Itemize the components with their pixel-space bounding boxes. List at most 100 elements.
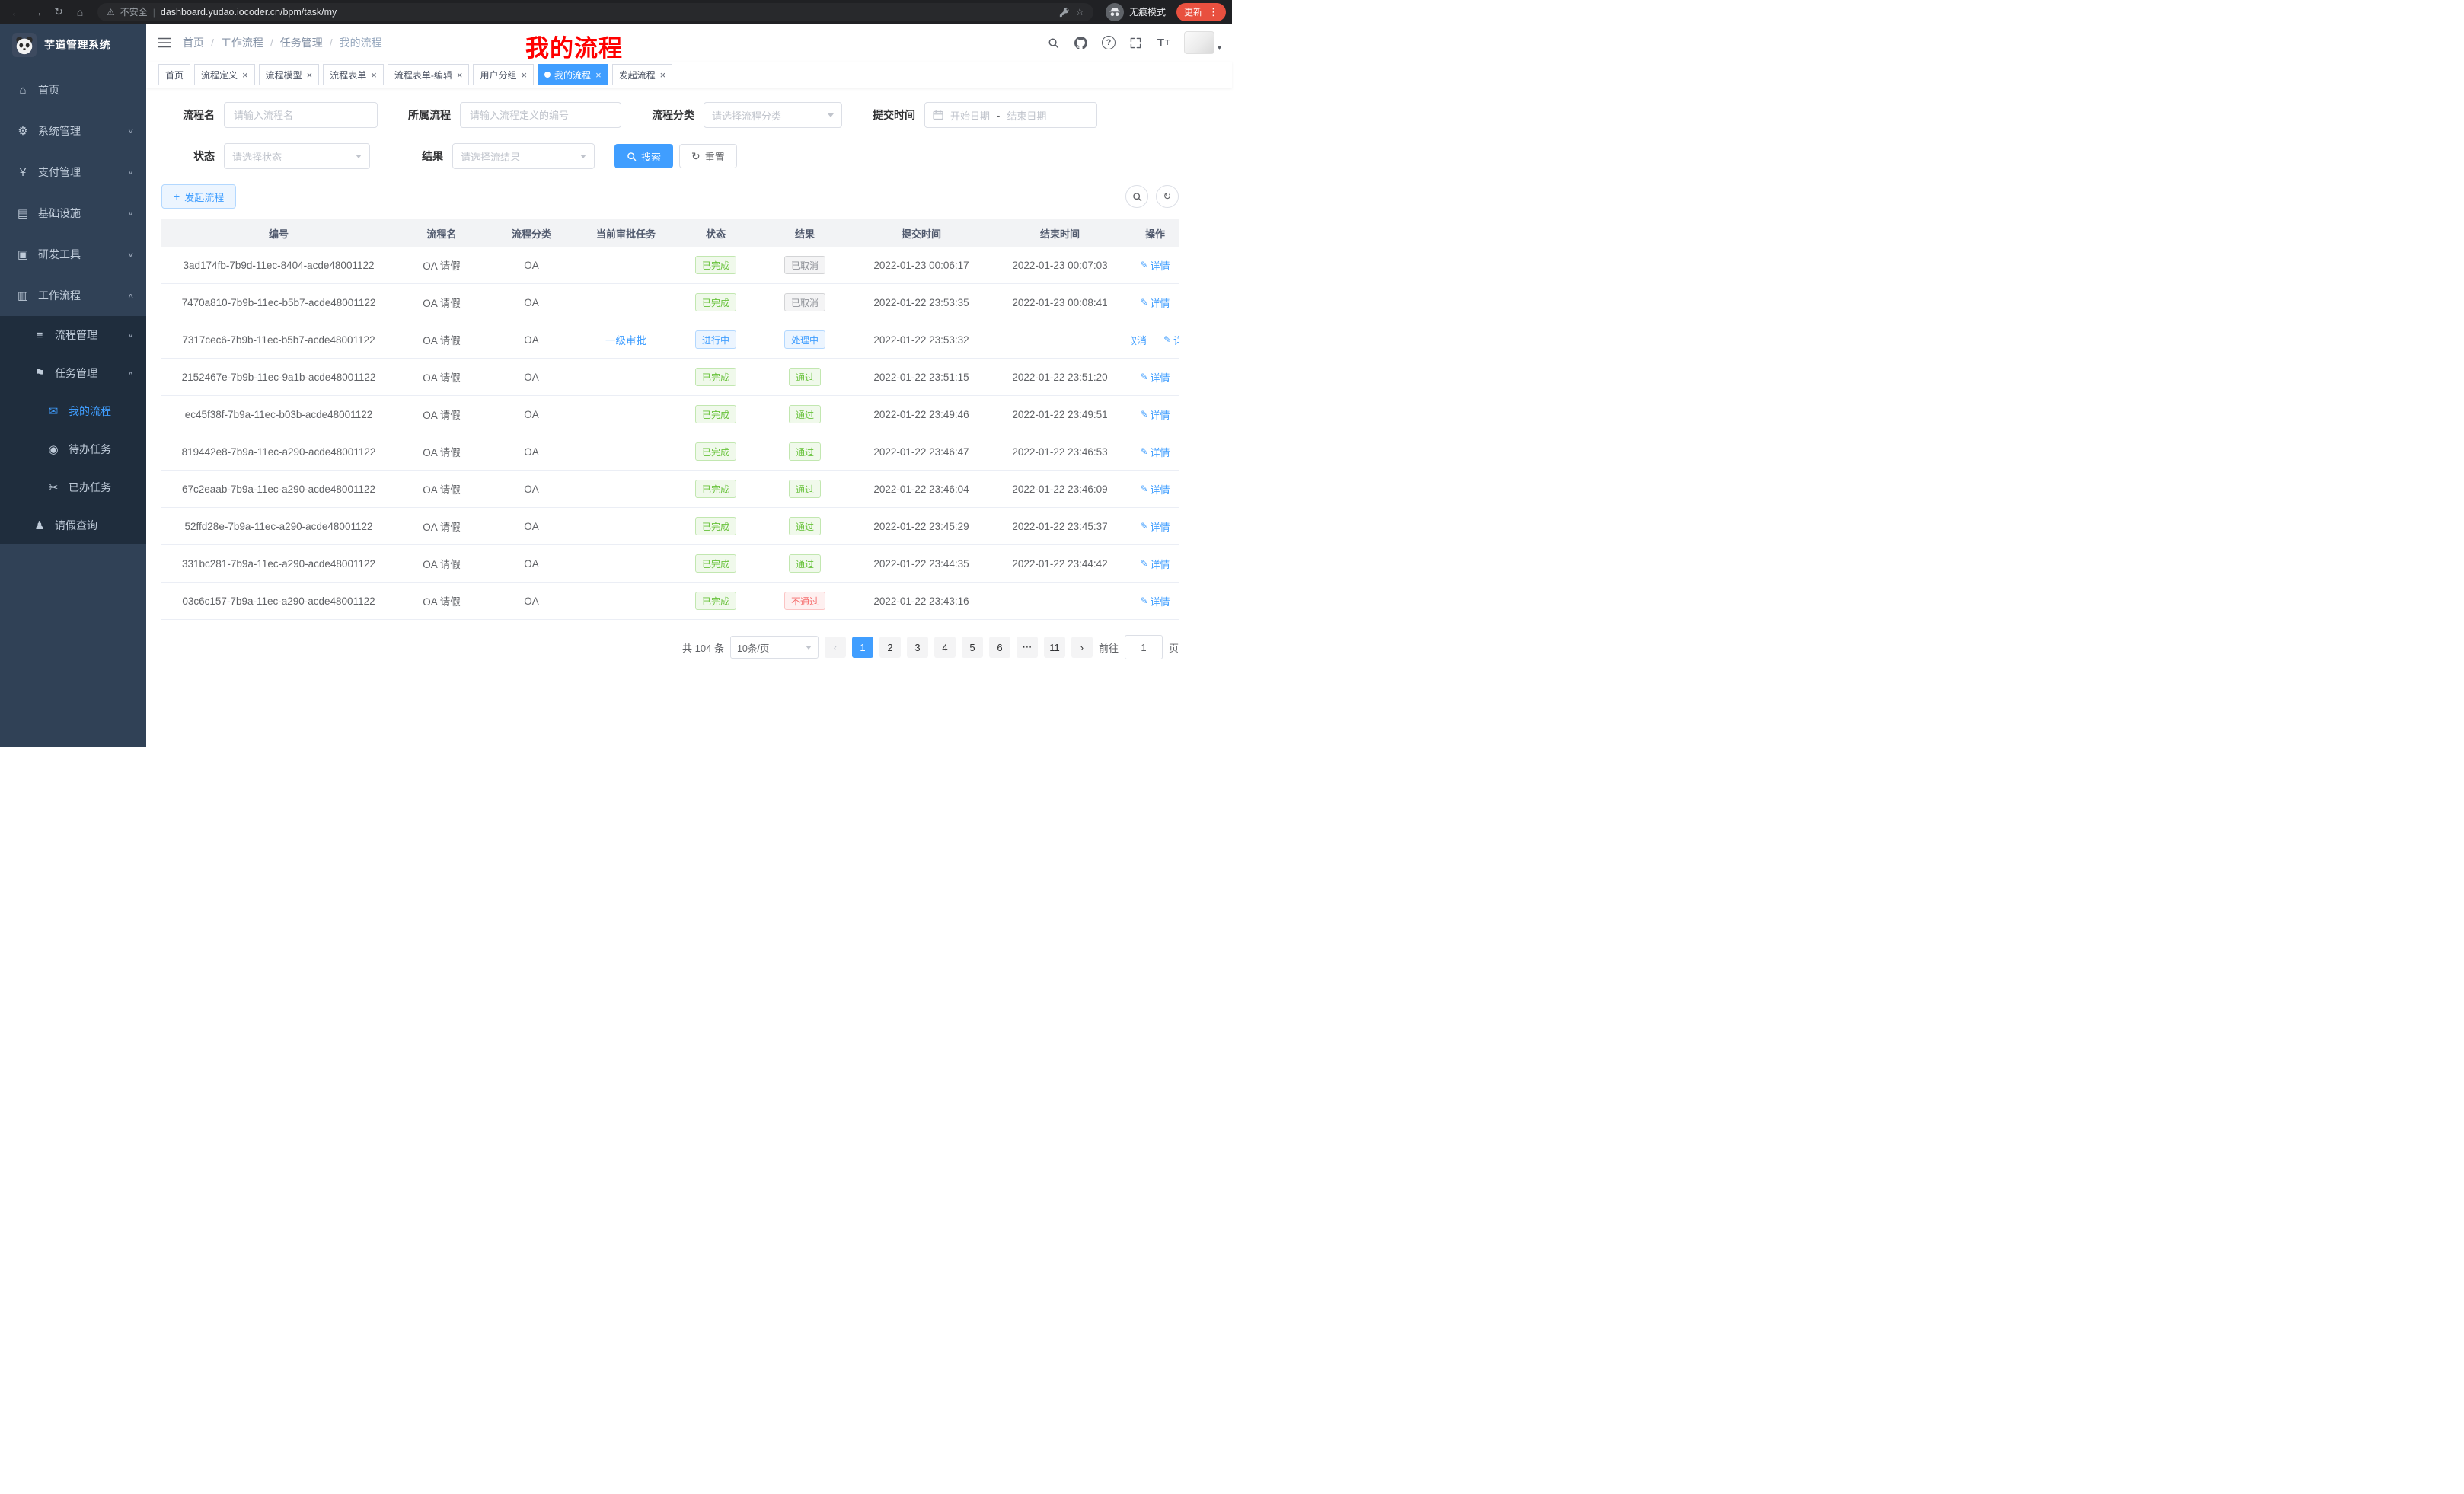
tab-close-icon[interactable]: × <box>307 70 313 80</box>
page-button[interactable]: 2 <box>879 637 901 658</box>
view-tab[interactable]: 发起流程 × <box>612 64 673 85</box>
prev-page-button[interactable]: ‹ <box>825 637 846 658</box>
fullscreen-icon[interactable] <box>1125 31 1147 54</box>
sidebar-item-done-tasks[interactable]: ✂ 已办任务 <box>0 468 146 506</box>
result-select[interactable]: 请选择流结果 <box>452 143 595 169</box>
sidebar-item-process-management[interactable]: ≡ 流程管理 ∨ <box>0 316 146 354</box>
detail-link[interactable]: ✎ 详情 <box>1140 557 1170 571</box>
breadcrumb-separator: / <box>270 37 273 49</box>
help-icon[interactable]: ? <box>1097 31 1120 54</box>
page-button[interactable]: 5 <box>962 637 983 658</box>
category-select[interactable]: 请选择流程分类 <box>704 102 842 128</box>
view-tab[interactable]: 流程定义 × <box>194 64 255 85</box>
refresh-table-button[interactable]: ↻ <box>1156 185 1179 208</box>
create-process-button[interactable]: + 发起流程 <box>161 184 236 209</box>
detail-link[interactable]: ✎ 详情 <box>1163 333 1179 347</box>
url-text: dashboard.yudao.iocoder.cn/bpm/task/my <box>161 7 337 18</box>
search-button[interactable]: 搜索 <box>614 144 673 168</box>
tab-close-icon[interactable]: × <box>595 70 602 80</box>
bookmark-star-icon[interactable]: ☆ <box>1075 6 1084 18</box>
page-button[interactable]: 11 <box>1044 637 1065 658</box>
process-key-input[interactable] <box>460 102 621 128</box>
end-time: 2022-01-22 23:44:42 <box>988 558 1131 570</box>
detail-link[interactable]: ✎ 详情 <box>1140 445 1170 459</box>
detail-link[interactable]: ✎ 详情 <box>1140 370 1170 385</box>
detail-link[interactable]: ✎ 详情 <box>1140 482 1170 496</box>
tab-close-icon[interactable]: × <box>371 70 377 80</box>
hamburger-icon <box>158 37 171 48</box>
search-icon[interactable] <box>1042 31 1065 54</box>
github-icon[interactable] <box>1070 31 1093 54</box>
sidebar-item-dev-tools[interactable]: ▣ 研发工具 ∨ <box>0 234 146 275</box>
tab-close-icon[interactable]: × <box>457 70 463 80</box>
view-tab[interactable]: 用户分组 × <box>473 64 534 85</box>
detail-link[interactable]: ✎ 详情 <box>1140 258 1170 273</box>
view-tab[interactable]: 流程表单-编辑 × <box>388 64 470 85</box>
page-button[interactable]: 6 <box>989 637 1010 658</box>
detail-link[interactable]: ✎ 详情 <box>1140 407 1170 422</box>
edit-icon: ✎ <box>1140 446 1147 457</box>
user-avatar[interactable]: ▾ <box>1184 31 1221 54</box>
sidebar-item-task-management[interactable]: ⚑ 任务管理 ∧ <box>0 354 146 392</box>
browser-menu-icon[interactable]: ⋮ <box>1208 6 1218 18</box>
goto-page-input[interactable] <box>1125 635 1163 659</box>
browser-reload-button[interactable]: ↻ <box>49 2 69 22</box>
column-header: 结果 <box>755 226 854 241</box>
tab-close-icon[interactable]: × <box>660 70 666 80</box>
sidebar-item-infrastructure[interactable]: ▤ 基础设施 ∨ <box>0 193 146 234</box>
page-button[interactable]: ⋯ <box>1017 637 1038 658</box>
breadcrumb-item[interactable]: 工作流程 / <box>221 35 273 50</box>
cancel-link[interactable]: ⊘ 取消 <box>1131 333 1147 347</box>
sidebar-item-leave-query[interactable]: ♟ 请假查询 <box>0 506 146 544</box>
submit-time: 2022-01-22 23:46:47 <box>854 446 988 458</box>
process-name: OA 请假 <box>396 407 487 422</box>
reset-button[interactable]: ↻ 重置 <box>679 144 737 168</box>
process-name: OA 请假 <box>396 593 487 608</box>
status-cell: 进行中 <box>676 330 755 349</box>
browser-forward-button[interactable]: → <box>27 2 47 22</box>
view-tab[interactable]: 我的流程 × <box>538 64 608 85</box>
current-task-link[interactable]: 一级审批 <box>605 332 646 347</box>
view-tab[interactable]: 流程表单 × <box>323 64 384 85</box>
process-name-input[interactable] <box>224 102 378 128</box>
sidebar-item-payment[interactable]: ¥ 支付管理 ∨ <box>0 152 146 193</box>
breadcrumb-item[interactable]: 首页 / <box>183 35 214 50</box>
sidebar-item-system[interactable]: ⚙ 系统管理 ∨ <box>0 110 146 152</box>
sidebar-item-my-process[interactable]: ✉ 我的流程 <box>0 392 146 430</box>
status-tag: 已完成 <box>695 293 736 311</box>
status-select[interactable]: 请选择状态 <box>224 143 370 169</box>
page-size-select[interactable]: 10条/页 <box>730 636 819 659</box>
detail-link[interactable]: ✎ 详情 <box>1140 295 1170 310</box>
browser-back-button[interactable]: ← <box>6 2 26 22</box>
password-key-icon[interactable] <box>1059 7 1070 18</box>
status-tag: 已完成 <box>695 554 736 573</box>
page-button[interactable]: 1 <box>852 637 873 658</box>
address-bar[interactable]: ⚠ 不安全 | dashboard.yudao.iocoder.cn/bpm/t… <box>97 3 1093 21</box>
breadcrumb-item[interactable]: 我的流程 / <box>340 35 382 50</box>
detail-link[interactable]: ✎ 详情 <box>1140 594 1170 608</box>
view-tab[interactable]: 首页 <box>158 64 190 85</box>
result-cell: 通过 <box>755 480 854 498</box>
breadcrumb-item[interactable]: 任务管理 / <box>280 35 333 50</box>
font-size-icon[interactable]: TT <box>1152 31 1175 54</box>
page-button[interactable]: 4 <box>934 637 956 658</box>
page-button[interactable]: 3 <box>907 637 928 658</box>
process-id: 331bc281-7b9a-11ec-a290-acde48001122 <box>161 558 396 570</box>
column-header: 状态 <box>676 226 755 241</box>
edit-icon: ✎ <box>1163 334 1171 345</box>
sidebar-collapse-button[interactable] <box>146 24 183 62</box>
next-page-button[interactable]: › <box>1071 637 1093 658</box>
sidebar-item-home[interactable]: ⌂ 首页 <box>0 69 146 110</box>
update-button[interactable]: 更新 ⋮ <box>1176 3 1226 21</box>
tab-close-icon[interactable]: × <box>521 70 527 80</box>
sidebar-item-workflow[interactable]: ▥ 工作流程 ∧ <box>0 275 146 316</box>
tab-close-icon[interactable]: × <box>242 70 248 80</box>
sidebar-item-todo-tasks[interactable]: ◉ 待办任务 <box>0 430 146 468</box>
toggle-search-button[interactable] <box>1125 185 1148 208</box>
browser-home-button[interactable]: ⌂ <box>70 2 90 22</box>
process-name-field[interactable] <box>232 109 369 122</box>
view-tab[interactable]: 流程模型 × <box>259 64 320 85</box>
submit-time-range-picker[interactable]: 开始日期 - 结束日期 <box>924 102 1097 128</box>
detail-link[interactable]: ✎ 详情 <box>1140 519 1170 534</box>
process-key-field[interactable] <box>468 109 613 122</box>
